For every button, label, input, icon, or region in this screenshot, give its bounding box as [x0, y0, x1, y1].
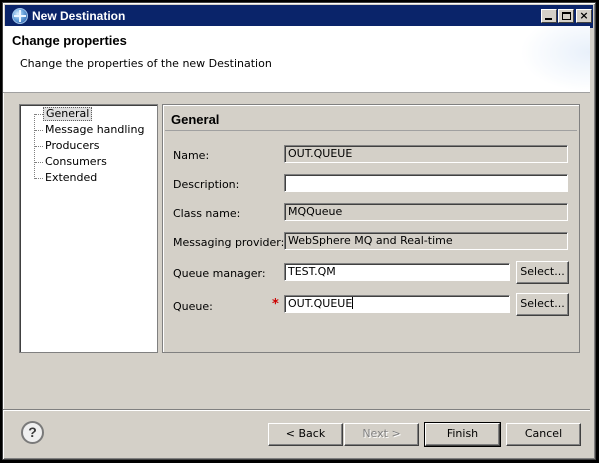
close-icon: × — [579, 9, 589, 22]
finish-button[interactable]: Finish — [424, 422, 501, 447]
globe-icon — [12, 8, 28, 24]
queue-label: Queue: — [173, 300, 213, 313]
minimize-icon — [545, 18, 552, 20]
cancel-button[interactable]: Cancel — [506, 423, 581, 446]
messaging-provider-label: Messaging provider: — [173, 236, 285, 249]
panel-header: General — [165, 107, 577, 131]
window-title: New Destination — [32, 9, 126, 23]
wizard-header: Change properties Change the properties … — [3, 26, 590, 93]
tree-item-extended[interactable]: Extended — [43, 171, 99, 185]
tree-connector — [35, 178, 43, 179]
name-label: Name: — [173, 149, 210, 162]
close-button[interactable]: × — [576, 9, 592, 23]
description-field[interactable] — [284, 174, 568, 192]
maximize-button[interactable] — [558, 9, 574, 23]
header-subtitle: Change the properties of the new Destina… — [20, 57, 272, 70]
properties-panel: General Name: OUT.QUEUE Description: Cla… — [162, 104, 580, 353]
header-decoration — [520, 26, 590, 92]
messaging-provider-field: WebSphere MQ and Real-time — [284, 232, 568, 250]
tree-item-producers[interactable]: Producers — [43, 139, 101, 153]
tree-connector — [35, 162, 43, 163]
tree-item-consumers[interactable]: Consumers — [43, 155, 109, 169]
maximize-icon — [562, 12, 571, 20]
next-button[interactable]: Next > — [344, 423, 419, 446]
queue-manager-label: Queue manager: — [173, 267, 266, 280]
class-name-field: MQQueue — [284, 203, 568, 221]
queue-field[interactable]: OUT.QUEUE — [284, 295, 510, 313]
category-tree[interactable]: General Message handling Producers Consu… — [19, 104, 158, 353]
required-marker: * — [272, 297, 279, 312]
tree-connector — [35, 114, 43, 115]
queue-manager-field[interactable]: TEST.QM — [284, 263, 510, 281]
queue-select-button[interactable]: Select... — [516, 293, 569, 316]
panel-title: General — [171, 112, 220, 127]
name-field: OUT.QUEUE — [284, 145, 568, 163]
text-cursor — [352, 297, 354, 309]
minimize-button[interactable] — [541, 9, 557, 23]
title-bar[interactable]: New Destination × — [5, 5, 593, 28]
header-title: Change properties — [12, 33, 127, 48]
back-button[interactable]: < Back — [268, 423, 343, 446]
help-icon[interactable]: ? — [21, 421, 44, 444]
class-name-label: Class name: — [173, 207, 241, 220]
queue-field-value: OUT.QUEUE — [288, 297, 353, 310]
tree-item-message-handling[interactable]: Message handling — [43, 123, 146, 137]
footer-separator — [3, 409, 590, 411]
description-label: Description: — [173, 178, 240, 191]
tree-connector — [35, 146, 43, 147]
tree-connector — [35, 130, 43, 131]
tree-item-general[interactable]: General — [43, 107, 93, 121]
queue-manager-select-button[interactable]: Select... — [516, 261, 569, 284]
